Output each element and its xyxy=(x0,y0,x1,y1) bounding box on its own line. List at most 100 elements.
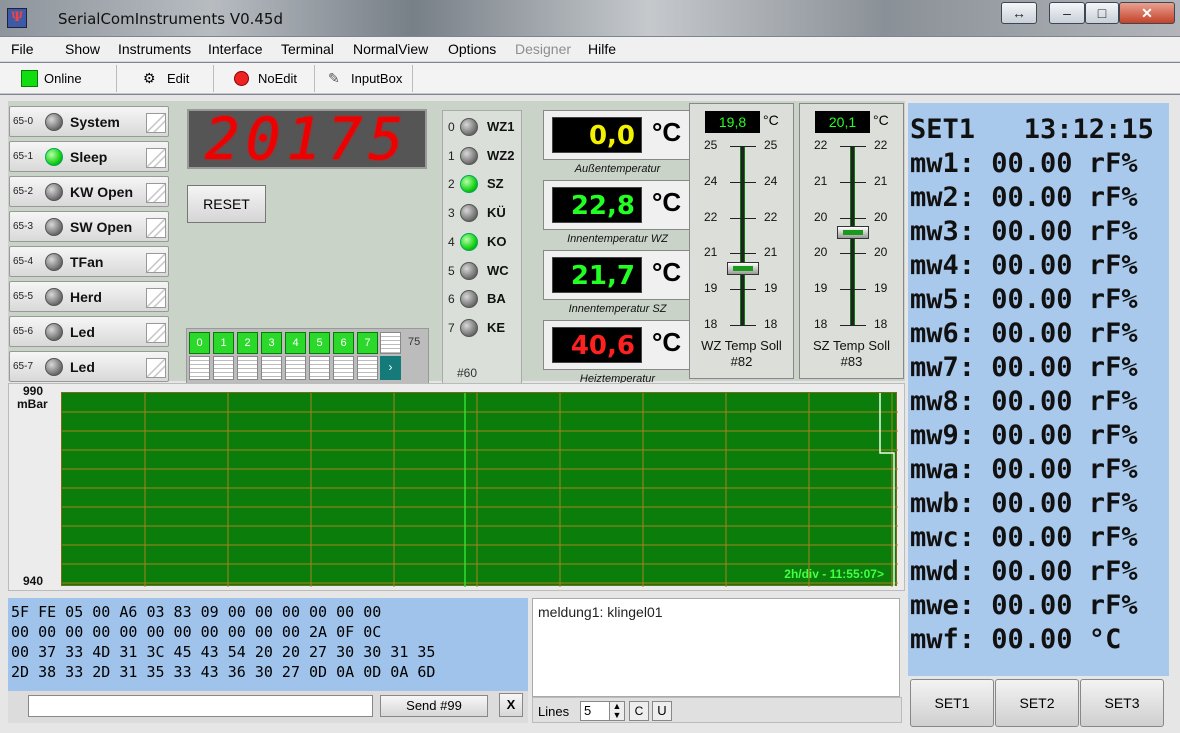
hex-line: 00 00 00 00 00 00 00 00 00 00 00 2A 0F 0… xyxy=(11,623,382,641)
switch-5[interactable]: 65-5 Herd xyxy=(9,281,169,312)
lamp-number: 1 xyxy=(448,148,455,163)
lamp-label: WZ2 xyxy=(487,147,515,163)
clear-button[interactable]: X xyxy=(499,693,523,717)
toggle-grip-icon[interactable] xyxy=(146,288,166,308)
switch-1[interactable]: 65-1 Sleep xyxy=(9,141,169,172)
edit-label: Edit xyxy=(167,71,190,86)
slider-tick-left: 19 xyxy=(704,281,718,295)
slider-id: #82 xyxy=(730,354,753,369)
bit-switch[interactable] xyxy=(357,356,378,380)
bit-switch[interactable] xyxy=(309,356,330,380)
send-input[interactable] xyxy=(28,695,373,717)
slider-tick-right: 19 xyxy=(874,281,888,295)
graph-grid xyxy=(62,393,898,587)
edit-button[interactable]: ⚙ Edit xyxy=(117,65,214,92)
switch-label: Herd xyxy=(70,289,102,305)
toggle-grip-icon[interactable] xyxy=(146,358,166,378)
switch-4[interactable]: 65-4 TFan xyxy=(9,246,169,277)
readout-line: mw7: 00.00 rF% xyxy=(910,352,1138,383)
slider-tick-left: 18 xyxy=(814,317,828,331)
lamp-number: 6 xyxy=(448,292,455,307)
pressure-graph-panel: 990 mBar 940 2h/div - 11:55:07> xyxy=(8,383,905,591)
readout-line: mwc: 00.00 rF% xyxy=(910,522,1138,553)
menu-normalview[interactable]: NormalView xyxy=(353,41,428,57)
bit-switch[interactable] xyxy=(333,356,354,380)
switch-2[interactable]: 65-2 KW Open xyxy=(9,176,169,207)
menu-hilfe[interactable]: Hilfe xyxy=(588,41,616,57)
bit-label: 0 xyxy=(189,332,210,354)
menu-file[interactable]: File xyxy=(11,41,34,57)
switch-6[interactable]: 65-6 Led xyxy=(9,316,169,347)
lamp-panel-id: #60 xyxy=(457,366,478,380)
switch-address: 65-3 xyxy=(13,221,34,232)
slider-tick-right: 20 xyxy=(874,245,888,259)
slider-tick-left: 25 xyxy=(704,138,718,152)
temperature-display-1: 22,8 °C xyxy=(543,180,692,230)
c-button[interactable]: C xyxy=(629,701,649,721)
set1-button[interactable]: SET1 xyxy=(910,679,994,727)
toolbar: Online ⚙ Edit NoEdit ✎ InputBox xyxy=(0,63,1180,94)
status-lamp-icon xyxy=(45,183,63,201)
toggle-grip-icon[interactable] xyxy=(146,148,166,168)
menu-interface[interactable]: Interface xyxy=(208,41,262,57)
temperature-caption: Innentemperatur SZ xyxy=(568,303,667,315)
maximize-button[interactable]: □ xyxy=(1085,2,1119,24)
lamp-row-3: 3 KÜ xyxy=(443,201,521,225)
bit-6[interactable]: 6 xyxy=(333,332,354,383)
bit-4[interactable]: 4 xyxy=(285,332,306,383)
toggle-grip-icon[interactable] xyxy=(146,113,166,133)
send-button[interactable]: Send #99 xyxy=(380,695,488,717)
switch-0[interactable]: 65-0 System xyxy=(9,106,169,137)
reset-button[interactable]: RESET xyxy=(187,185,266,223)
temperature-unit: °C xyxy=(652,117,682,147)
switch-3[interactable]: 65-3 SW Open xyxy=(9,211,169,242)
readout-line: SET1 13:12:15 xyxy=(910,114,1154,145)
menu-options[interactable]: Options xyxy=(448,41,496,57)
slider-unit: °C xyxy=(763,112,779,128)
inputbox-button[interactable]: ✎ InputBox xyxy=(315,65,413,92)
toggle-grip-icon[interactable] xyxy=(146,323,166,343)
status-lamp-icon xyxy=(45,358,63,376)
slider-tick-mark xyxy=(840,146,866,147)
online-button[interactable]: Online xyxy=(8,65,117,92)
temperature-display-3: 40,6 °C xyxy=(543,320,692,370)
bit-2[interactable]: 2 xyxy=(237,332,258,383)
bit-switch[interactable] xyxy=(189,356,210,380)
menu-instruments[interactable]: Instruments xyxy=(118,41,191,57)
resize-icon[interactable]: ↔ xyxy=(1001,2,1037,24)
toggle-grip-icon[interactable] xyxy=(146,253,166,273)
slider-tick-right: 21 xyxy=(764,245,778,259)
set3-button[interactable]: SET3 xyxy=(1080,679,1164,727)
toggle-grip-icon[interactable] xyxy=(146,218,166,238)
bit-switch[interactable] xyxy=(261,356,282,380)
app-icon[interactable]: Ψ xyxy=(7,8,27,28)
bit-switch[interactable] xyxy=(237,356,258,380)
switch-7[interactable]: 65-7 Led xyxy=(9,351,169,382)
next-arrow-icon[interactable]: › xyxy=(380,356,401,380)
bit-switch[interactable] xyxy=(285,356,306,380)
slider-track[interactable] xyxy=(740,146,745,326)
menu-terminal[interactable]: Terminal xyxy=(281,41,334,57)
slider-knob[interactable] xyxy=(837,226,869,240)
bit-3[interactable]: 3 xyxy=(261,332,282,383)
switch-label: System xyxy=(70,114,120,130)
bit-extra-switch[interactable] xyxy=(380,332,401,354)
bit-5[interactable]: 5 xyxy=(309,332,330,383)
u-button[interactable]: U xyxy=(652,701,672,721)
bit-switch[interactable] xyxy=(213,356,234,380)
readout-line: mwb: 00.00 rF% xyxy=(910,488,1138,519)
toggle-grip-icon[interactable] xyxy=(146,183,166,203)
status-lamp-icon xyxy=(45,218,63,236)
menu-show[interactable]: Show xyxy=(65,41,100,57)
close-button[interactable]: ✕ xyxy=(1119,2,1175,24)
minimize-button[interactable]: – xyxy=(1049,2,1085,24)
slider-knob[interactable] xyxy=(727,262,759,276)
spinner-icon[interactable]: ▲ ▼ xyxy=(609,701,625,721)
noedit-button[interactable]: NoEdit xyxy=(214,65,315,92)
bit-7[interactable]: 7 xyxy=(357,332,378,383)
slider-tick-mark xyxy=(840,289,866,290)
bit-1[interactable]: 1 xyxy=(213,332,234,383)
set2-button[interactable]: SET2 xyxy=(995,679,1079,727)
bit-0[interactable]: 0 xyxy=(189,332,210,383)
lamp-number: 3 xyxy=(448,206,455,221)
